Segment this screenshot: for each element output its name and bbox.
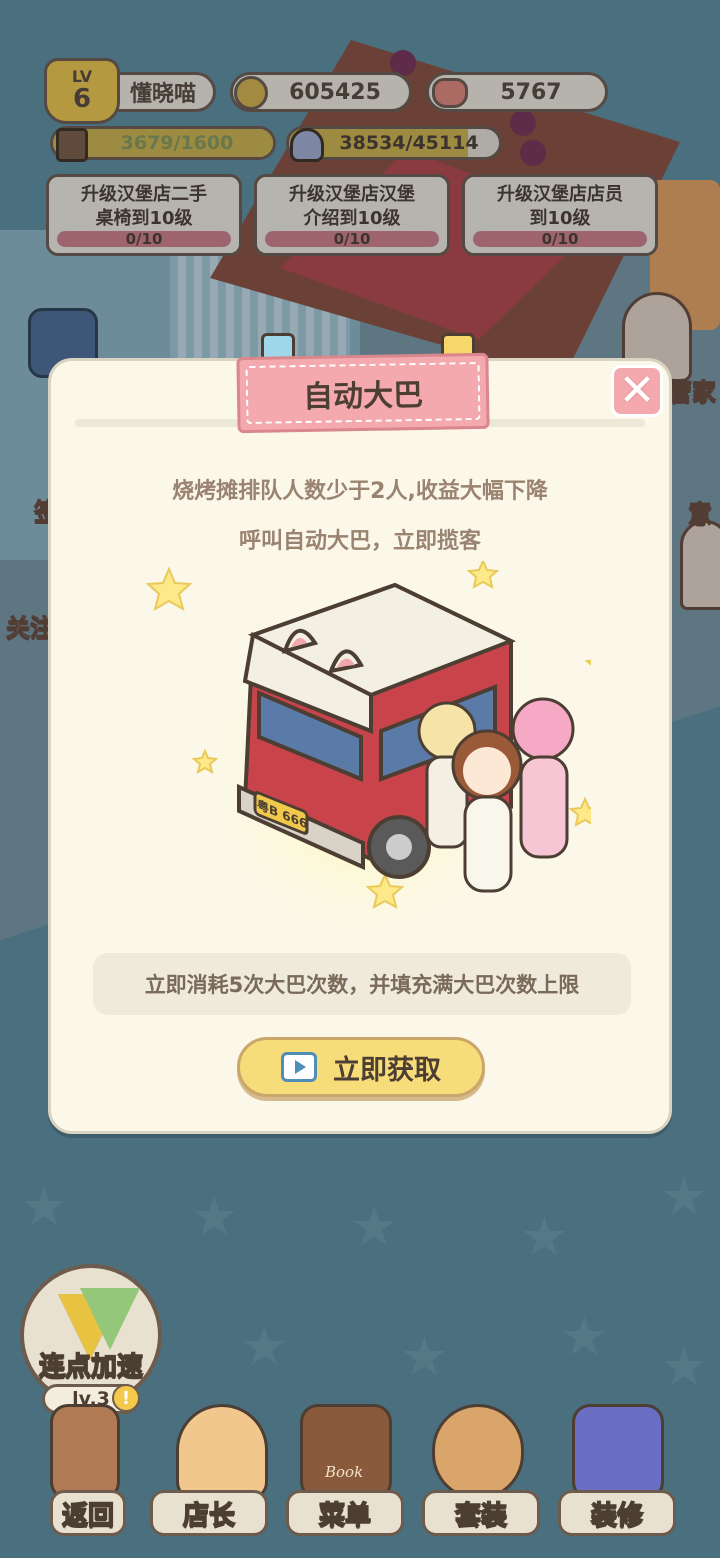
description-line-1: 烧烤摊排队人数少于2人,收益大幅下降 bbox=[172, 479, 548, 504]
alert-icon: ! bbox=[112, 1384, 140, 1412]
auto-bus-dialog: 自动大巴 ✕ 烧烤摊排队人数少于2人,收益大幅下降 呼叫自动大巴，立即揽客 粤B… bbox=[48, 333, 672, 1134]
close-button[interactable]: ✕ bbox=[611, 365, 663, 417]
outfit-icon bbox=[432, 1404, 524, 1500]
dialog-title-ribbon: 自动大巴 bbox=[236, 352, 490, 434]
get-now-button[interactable]: 立即获取 bbox=[237, 1037, 485, 1097]
nav-manager-button[interactable]: 店长 bbox=[150, 1490, 268, 1536]
nav-back-button[interactable]: 返回 bbox=[50, 1490, 126, 1536]
nav-menu-button[interactable]: 菜单 bbox=[286, 1490, 404, 1536]
video-play-icon bbox=[281, 1052, 317, 1082]
get-now-label: 立即获取 bbox=[333, 1054, 441, 1086]
book-cover-text: Book bbox=[325, 1463, 364, 1481]
info-box: 立即消耗5次大巴次数，并填充满大巴次数上限 bbox=[93, 953, 631, 1015]
manager-avatar-icon bbox=[176, 1404, 268, 1500]
bottom-ui: 连点加速 lv.3 ! Book 返回 店长 菜单 套装 装修 bbox=[0, 1150, 720, 1558]
dialog-title: 自动大巴 bbox=[302, 377, 424, 416]
close-icon: ✕ bbox=[618, 365, 656, 416]
bus-illustration: 粤B 666 bbox=[145, 561, 591, 941]
description-line-2: 呼叫自动大巴，立即揽客 bbox=[238, 529, 481, 554]
decorate-box-icon bbox=[572, 1404, 664, 1500]
speed-arrow-icon bbox=[80, 1288, 140, 1350]
speedup-label: 连点加速 bbox=[38, 1351, 144, 1383]
nav-decorate-button[interactable]: 装修 bbox=[558, 1490, 676, 1536]
nav-outfit-button[interactable]: 套装 bbox=[422, 1490, 540, 1536]
menu-book-icon: Book bbox=[300, 1404, 392, 1500]
door-icon bbox=[50, 1404, 120, 1500]
